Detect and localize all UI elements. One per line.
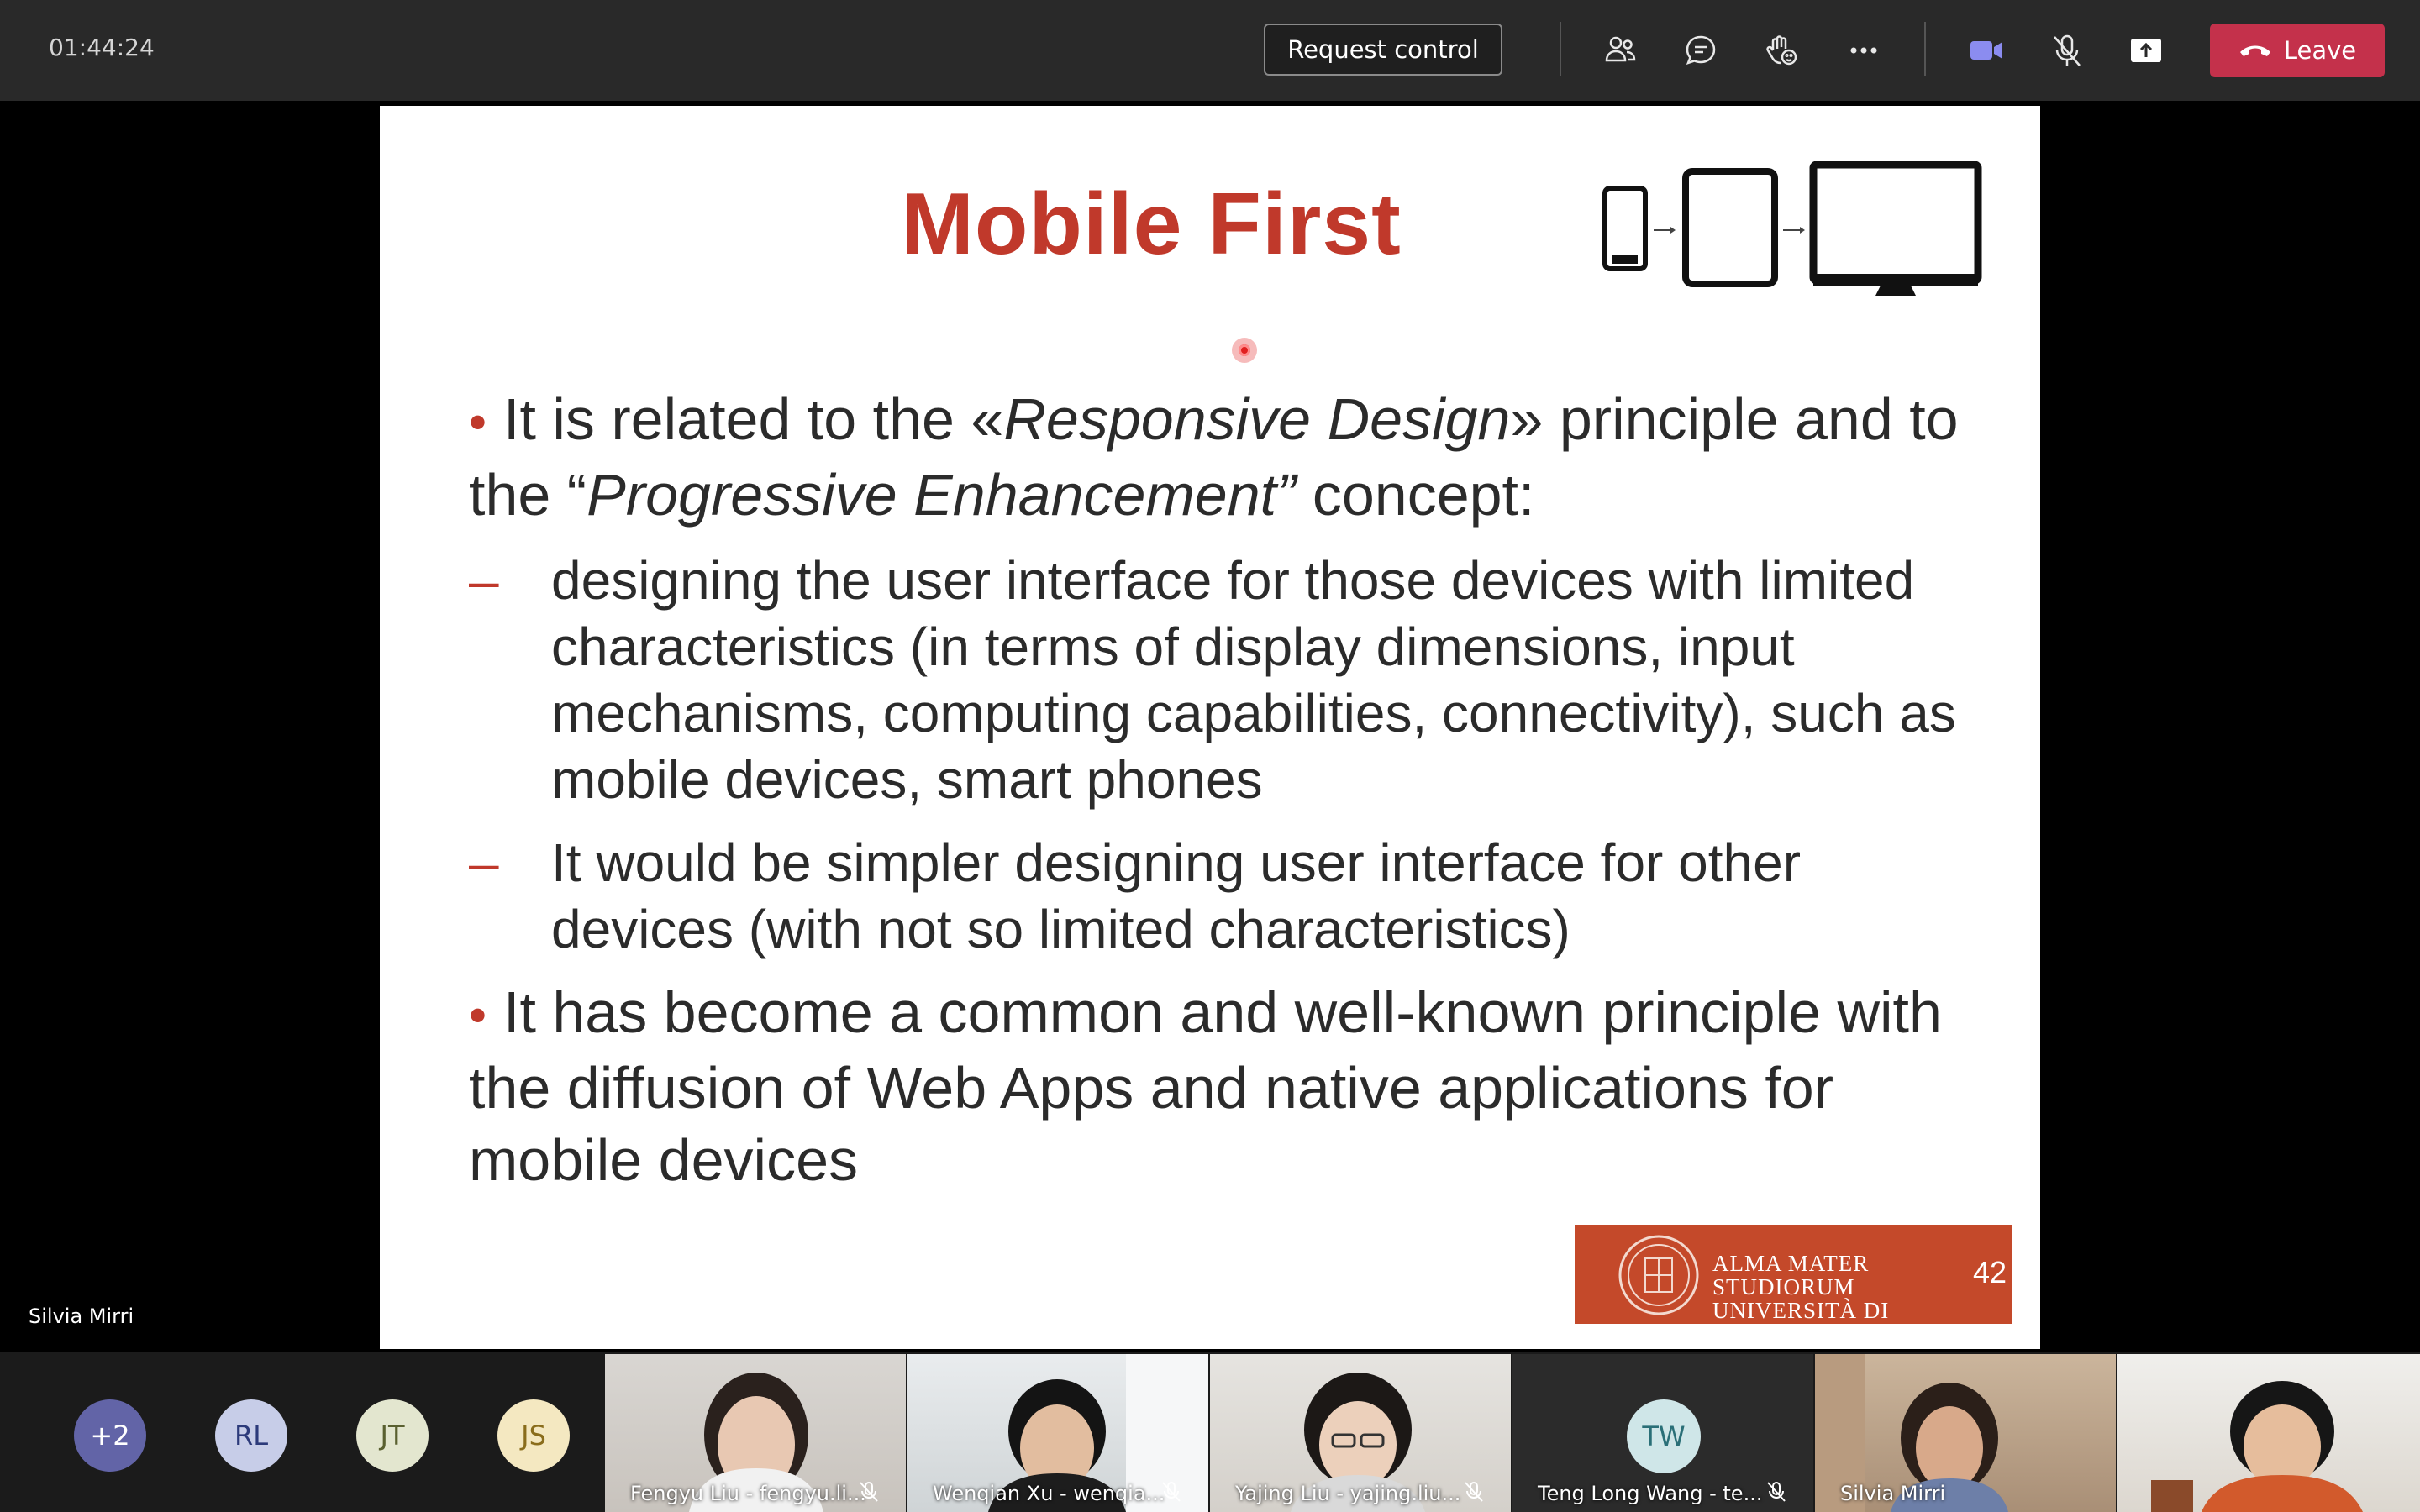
slide-bullet-1: • It is related to the «Responsive Design…	[469, 386, 1959, 528]
chat-icon[interactable]	[1681, 30, 1721, 71]
slide-subbullet-2: – It would be simpler designing user int…	[469, 830, 1971, 963]
participant-avatar[interactable]: JT	[356, 1399, 429, 1472]
participant-name: Yajing Liu - yajing.liu...	[1235, 1482, 1461, 1505]
participant-avatar[interactable]: RL	[215, 1399, 287, 1472]
more-participants-button[interactable]: +2	[74, 1399, 146, 1472]
university-logo: ALMA MATER STUDIORUM UNIVERSITÀ DI BOLOG…	[1575, 1225, 2012, 1346]
toolbar-divider	[1924, 22, 1926, 76]
participants-icon[interactable]	[1600, 30, 1640, 71]
bullet-marker: •	[469, 394, 487, 450]
devices-icon	[1602, 161, 1982, 296]
participant-name: Wenqian Xu - wenqia...	[933, 1482, 1165, 1505]
mic-off-icon	[860, 1482, 878, 1502]
meeting-toolbar: 01:44:24 Request control Leave	[0, 0, 2420, 101]
request-control-button[interactable]: Request control	[1264, 24, 1502, 76]
participant-name: Fengyu Liu - fengyu.li...	[630, 1482, 866, 1505]
more-options-icon[interactable]	[1844, 30, 1884, 71]
presentation-slide: Mobile First • It is related to the «Resp…	[380, 106, 2040, 1349]
share-screen-icon[interactable]	[2126, 30, 2166, 71]
mic-off-icon	[1465, 1482, 1483, 1502]
laser-pointer	[1232, 338, 1257, 363]
slide-bullet-2: • It has become a common and well-known p…	[469, 979, 1942, 1193]
leave-label: Leave	[2283, 36, 2357, 65]
dash-marker: –	[469, 550, 499, 611]
toolbar-divider	[1560, 22, 1561, 76]
participant-avatar: TW	[1627, 1399, 1701, 1473]
university-seal-icon	[1618, 1235, 1699, 1315]
participant-video-tile[interactable]: Yajing Liu - yajing.liu...	[1210, 1354, 1511, 1512]
participant-name: Silvia Mirri	[1840, 1482, 1946, 1505]
university-name: ALMA MATER STUDIORUM UNIVERSITÀ DI BOLOG…	[1712, 1251, 1890, 1347]
participant-avatar[interactable]: JS	[497, 1399, 570, 1472]
hangup-icon	[2239, 45, 2270, 56]
participant-tile-no-video[interactable]: TW Teng Long Wang - te...	[1512, 1354, 1813, 1512]
participant-video-tile[interactable]: Fengyu Liu - fengyu.li...	[605, 1354, 906, 1512]
presenter-name-label: Silvia Mirri	[29, 1305, 134, 1328]
mic-off-icon[interactable]	[2047, 30, 2087, 71]
participant-video	[2151, 1381, 2363, 1512]
mic-off-icon	[1162, 1482, 1181, 1502]
bullet-marker: •	[469, 987, 487, 1043]
participant-name: Teng Long Wang - te...	[1538, 1482, 1763, 1505]
participant-video-tile[interactable]: Wenqian Xu - wenqia...	[908, 1354, 1208, 1512]
dash-marker: –	[469, 832, 499, 893]
camera-icon[interactable]	[1966, 30, 2007, 71]
slide-subbullet-1: – designing the user interface for those…	[469, 548, 1971, 813]
mic-off-icon	[1767, 1482, 1786, 1502]
participant-video-tile[interactable]	[2118, 1354, 2420, 1512]
leave-button[interactable]: Leave	[2210, 24, 2385, 77]
participant-video-tile[interactable]: Silvia Mirri	[1815, 1354, 2116, 1512]
raise-hand-icon[interactable]	[1761, 30, 1802, 71]
slide-number: 42	[1973, 1255, 2007, 1289]
meeting-timer: 01:44:24	[49, 34, 155, 61]
